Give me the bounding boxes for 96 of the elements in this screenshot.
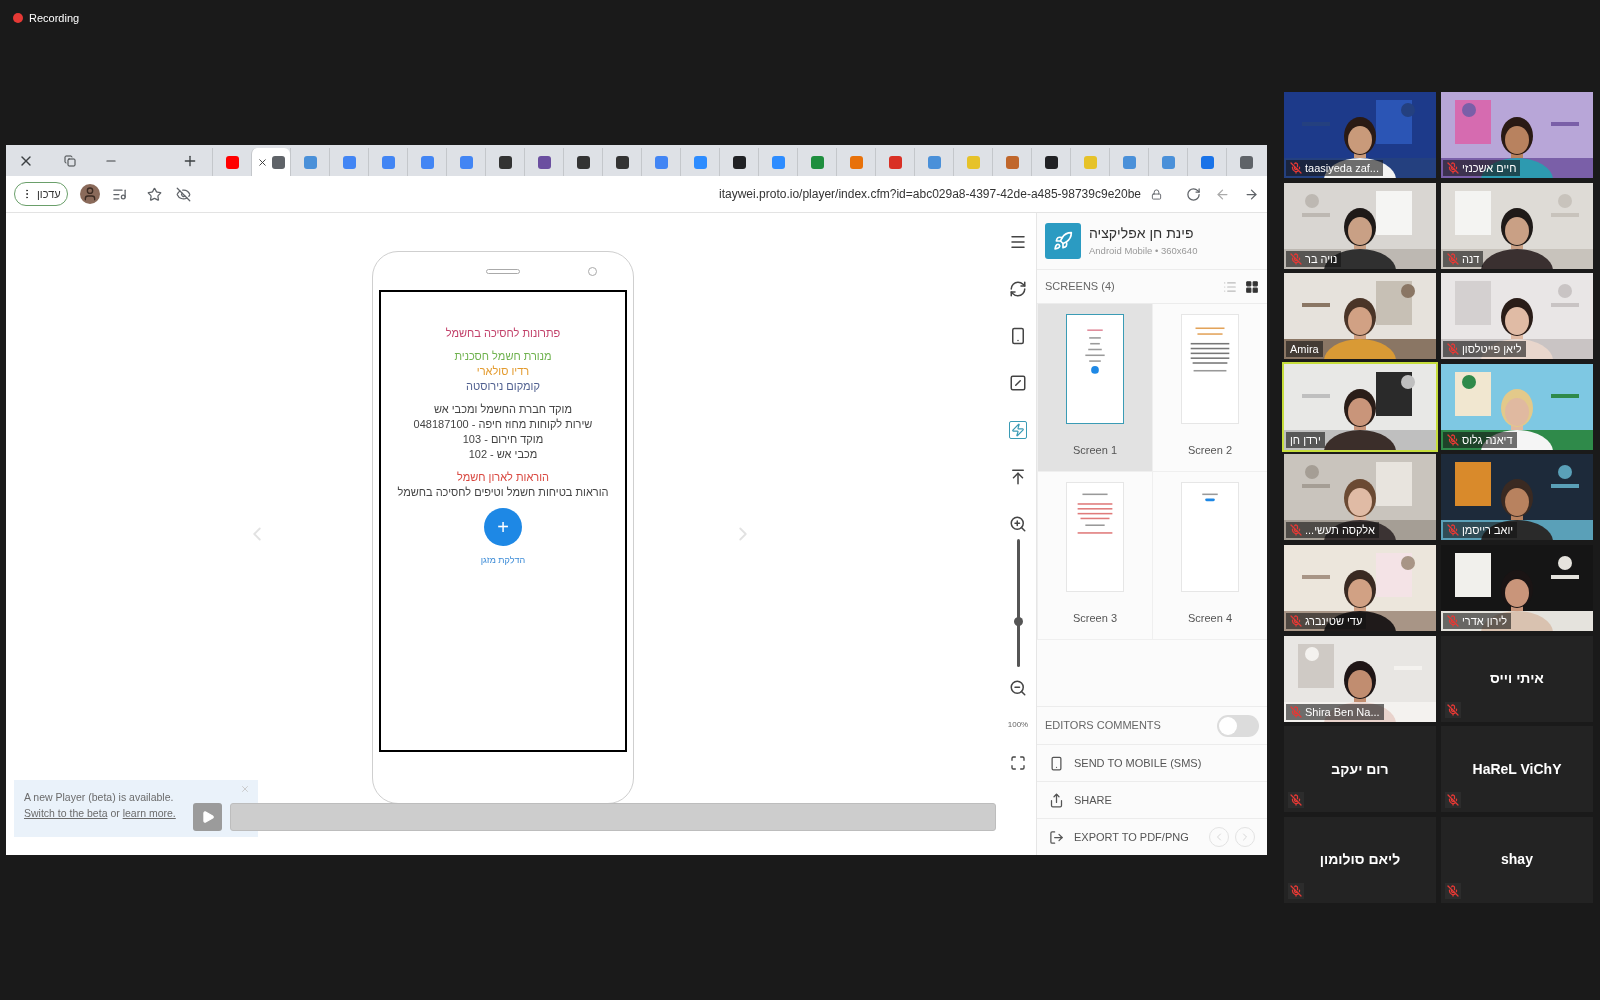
muted-mic-icon bbox=[1290, 614, 1302, 627]
editors-comments-label: EDITORS COMMENTS bbox=[1045, 718, 1162, 734]
muted-mic-icon bbox=[1447, 162, 1459, 174]
muted-mic-icon bbox=[1290, 794, 1302, 807]
screen-card[interactable]: Screen 4 bbox=[1152, 472, 1267, 640]
screen-card[interactable]: Screen 1 bbox=[1037, 304, 1152, 472]
screen-text: שירות לקוחות מחוז חיפה - 048187100 bbox=[413, 417, 593, 432]
muted-mic-icon bbox=[1290, 705, 1302, 718]
learn-more-link[interactable]: learn more. bbox=[122, 807, 176, 819]
phone-icon bbox=[1049, 755, 1064, 771]
rocket-icon bbox=[1053, 231, 1073, 251]
participant-name: חיים אשכנזי bbox=[1462, 161, 1517, 175]
share-icon bbox=[1049, 792, 1064, 808]
refresh-icon[interactable] bbox=[1009, 280, 1027, 298]
muted-mic-icon bbox=[1290, 162, 1302, 174]
screen-text: מנורת חשמל חסכנית bbox=[454, 349, 552, 364]
participant-name: דיאנה גלוס bbox=[1462, 432, 1513, 447]
screen-text: רדיו סולארי bbox=[476, 364, 530, 379]
screen-text: מוקד חירום - 103 bbox=[462, 432, 544, 447]
participant-name: Amira bbox=[1290, 342, 1319, 357]
muted-mic-icon bbox=[1447, 433, 1459, 446]
participant-name: HaReL ViChY bbox=[1472, 759, 1562, 779]
eye-off-icon[interactable] bbox=[175, 186, 191, 202]
participant-name: יואב רייסמן bbox=[1462, 523, 1514, 538]
participant-name: דנה bbox=[1462, 251, 1480, 266]
slider-thumb[interactable] bbox=[1013, 617, 1023, 627]
screen-label: Screen 4 bbox=[1188, 611, 1232, 626]
zoom-slider[interactable] bbox=[1016, 539, 1020, 667]
phone-icon[interactable] bbox=[1009, 327, 1027, 345]
url-text[interactable]: itaywei.proto.io/player/index.cfm?id=abc029a8-4397-42de-a485-98739c9e20be bbox=[719, 185, 1141, 203]
screen-label: Screen 2 bbox=[1188, 443, 1232, 458]
screen-label: Screen 1 bbox=[1073, 443, 1117, 458]
muted-mic-icon bbox=[1290, 252, 1302, 265]
lightning-icon[interactable] bbox=[1009, 421, 1027, 439]
play-button[interactable] bbox=[193, 803, 222, 831]
back-icon[interactable] bbox=[1215, 186, 1230, 202]
reload-icon[interactable] bbox=[1186, 186, 1201, 202]
screen-text: הוראות לארון חשמל bbox=[456, 470, 549, 485]
star-icon[interactable] bbox=[146, 186, 162, 202]
screen-text: מכבי אש - 102 bbox=[468, 447, 538, 462]
participant-name: Shira Ben Na... bbox=[1305, 704, 1380, 719]
lock-icon bbox=[1151, 188, 1162, 200]
add-button[interactable]: + bbox=[484, 508, 522, 546]
screen-text: פתרונות לחסיכה בחשמל bbox=[445, 326, 561, 341]
editors-comments-toggle[interactable] bbox=[1217, 714, 1259, 737]
browser-tab[interactable] bbox=[251, 148, 290, 176]
play-icon bbox=[200, 810, 215, 824]
panel-action[interactable]: SHARE bbox=[1037, 781, 1267, 818]
zoom-out-icon[interactable] bbox=[1009, 679, 1027, 697]
screen-card[interactable]: Screen 3 bbox=[1037, 472, 1152, 640]
zoom-in-icon[interactable] bbox=[1009, 515, 1027, 533]
participant-name: ליאם סולומון bbox=[1319, 850, 1401, 870]
muted-mic-icon bbox=[1447, 703, 1459, 716]
participant-name: ליאן פייטלסון bbox=[1462, 342, 1522, 357]
zoom-reading: 100% bbox=[1007, 719, 1029, 731]
muted-mic-icon bbox=[1447, 343, 1459, 356]
muted-mic-icon bbox=[1447, 614, 1459, 627]
avatar-icon[interactable] bbox=[79, 184, 100, 204]
grid-view-icon[interactable] bbox=[1245, 279, 1259, 294]
fullscreen-icon[interactable] bbox=[1010, 755, 1026, 771]
muted-mic-icon bbox=[1290, 884, 1302, 897]
playlist-icon[interactable] bbox=[111, 186, 127, 202]
participant-name: taasiyeda zaf... bbox=[1305, 161, 1379, 175]
participant-name: אלקסה תעשי... bbox=[1305, 523, 1375, 538]
participant-name: shay bbox=[1501, 850, 1533, 870]
contrast-icon[interactable] bbox=[1009, 374, 1027, 392]
switch-beta-link[interactable]: Switch to the beta bbox=[24, 807, 108, 819]
screen-text: קומקום נירוסטה bbox=[466, 379, 540, 394]
close-tab-icon[interactable] bbox=[257, 156, 268, 168]
screen-text: מוקד חברת החשמל ומכבי אש bbox=[433, 402, 572, 417]
menu-icon[interactable] bbox=[1009, 233, 1027, 251]
recording-label: Recording bbox=[29, 10, 80, 26]
upload-icon[interactable] bbox=[1009, 468, 1027, 486]
restore-icon[interactable] bbox=[64, 154, 76, 167]
screen-label: Screen 3 bbox=[1073, 611, 1117, 626]
participant-name: ירדן חן bbox=[1290, 432, 1321, 447]
participant-name: נויה בר bbox=[1305, 251, 1338, 266]
participant-name: עדי שטינברג bbox=[1305, 613, 1363, 628]
screens-heading: SCREENS (4) bbox=[1045, 279, 1116, 295]
screen-card[interactable]: Screen 2 bbox=[1152, 304, 1267, 472]
project-title: פינת חן אפליקציה bbox=[1089, 224, 1194, 244]
forward-icon[interactable] bbox=[1244, 186, 1259, 202]
add-button-label: הדלקת מזגן bbox=[480, 554, 526, 567]
screen-text: הוראות בטיחות חשמל וטיפים לחסיכה בחשמל bbox=[397, 485, 609, 500]
muted-mic-icon bbox=[1447, 884, 1459, 897]
export-icon bbox=[1049, 829, 1064, 845]
muted-mic-icon bbox=[1290, 524, 1302, 537]
participant-name: לירון אדרי bbox=[1462, 613, 1508, 628]
participant-name: איתי וייס bbox=[1490, 669, 1544, 689]
participant-name: רום יעקב bbox=[1331, 759, 1389, 779]
muted-mic-icon bbox=[1447, 794, 1459, 807]
project-subtitle: Android Mobile • 360x640 bbox=[1089, 244, 1198, 259]
muted-mic-icon bbox=[1447, 252, 1459, 265]
panel-action[interactable]: SEND TO MOBILE (SMS) bbox=[1037, 744, 1267, 781]
muted-mic-icon bbox=[1447, 524, 1459, 537]
speaker-icon bbox=[486, 268, 520, 274]
